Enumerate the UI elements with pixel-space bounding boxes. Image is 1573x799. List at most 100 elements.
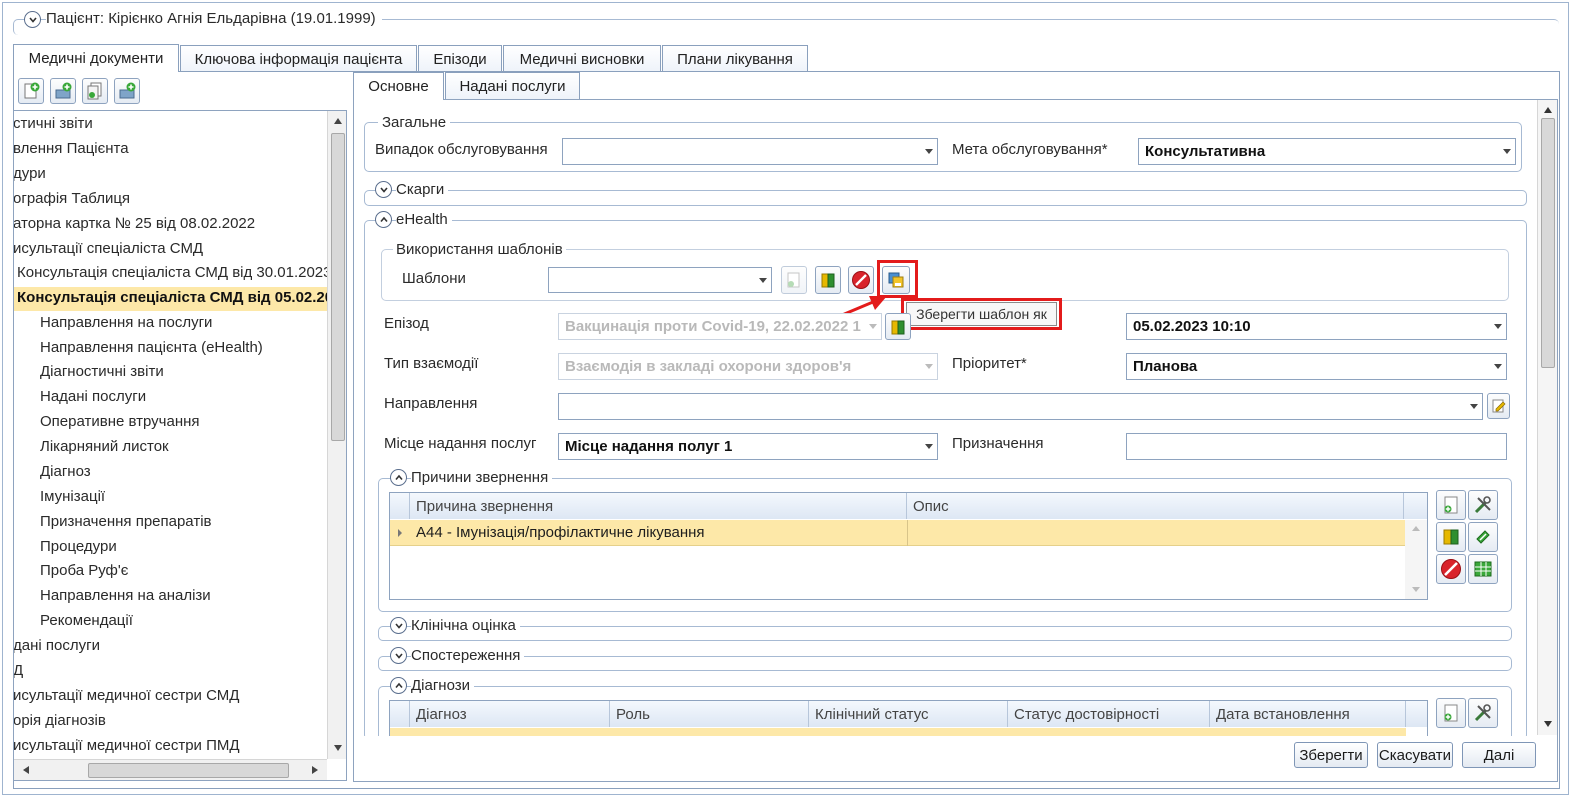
tree-item[interactable]: дури — [14, 165, 46, 182]
tree-item[interactable]: влення Пацієнта — [14, 140, 129, 157]
tree-item[interactable]: ографія Таблиця — [14, 190, 130, 207]
collapse-patient-chevron-icon[interactable] — [24, 11, 41, 28]
expand-complaints-chevron-icon[interactable] — [375, 181, 392, 198]
tree-item[interactable]: Направлення на аналізи — [40, 587, 211, 604]
tree-item[interactable]: стичні звіти — [14, 115, 93, 132]
purpose-select[interactable]: Консультативна — [1138, 138, 1516, 165]
tree-h-scroll-thumb[interactable] — [88, 763, 289, 778]
tab-medical-documents[interactable]: Медичні документи — [13, 44, 179, 72]
tree-item[interactable]: Консультація спеціаліста СМД від 30.01.2… — [17, 264, 332, 281]
templates-select[interactable] — [548, 267, 772, 293]
link-button[interactable] — [1468, 522, 1498, 552]
date-select[interactable]: 05.02.2023 10:10 — [1126, 313, 1507, 340]
complaints-legend: Скарги — [396, 181, 449, 198]
add-diagnosis-button[interactable] — [1436, 698, 1466, 728]
tree-item[interactable]: Рекомендації — [40, 612, 133, 629]
copy-document-button[interactable] — [82, 78, 108, 104]
diagnoses-legend: Діагнози — [411, 677, 475, 694]
add-document-button[interactable] — [18, 78, 44, 104]
tree-item[interactable]: Направлення на послуги — [40, 314, 212, 331]
book-icon — [891, 320, 905, 334]
priority-select[interactable]: Планова — [1126, 353, 1507, 380]
tree-item[interactable]: исультації спеціаліста СМД — [14, 240, 203, 257]
tree-item[interactable]: Лікарняний листок — [40, 438, 169, 455]
add-entry-button[interactable] — [114, 78, 140, 104]
column-header-clinical-status[interactable]: Клінічний статус — [809, 701, 1008, 727]
save-template-tooltip: Зберегти шаблон як — [906, 302, 1057, 326]
table-row[interactable] — [390, 728, 1406, 736]
episode-label: Епізод — [384, 315, 429, 332]
tree-item[interactable]: исультації медичної сестри ПМД — [14, 737, 240, 754]
tab-key-patient-info[interactable]: Ключова інформація пацієнта — [180, 45, 417, 72]
grid-settings-button[interactable] — [1468, 554, 1498, 584]
tree-scroll-thumb[interactable] — [331, 133, 345, 441]
save-button[interactable]: Зберегти — [1294, 742, 1368, 768]
referral-select[interactable] — [558, 393, 1483, 420]
assign-input[interactable] — [1126, 433, 1507, 460]
document-add-icon — [1444, 496, 1458, 514]
tab-main[interactable]: Основне — [353, 72, 444, 100]
tab-medical-conclusions[interactable]: Медичні висновки — [503, 45, 661, 72]
column-header-role[interactable]: Роль — [610, 701, 809, 727]
complaints-group — [364, 190, 1527, 206]
tree-item[interactable]: исультації медичної сестри СМД — [14, 687, 239, 704]
collapse-ehealth-chevron-icon[interactable] — [375, 211, 392, 228]
templates-label: Шаблони — [402, 270, 466, 287]
add-record-button[interactable] — [50, 78, 76, 104]
tools-icon — [1474, 704, 1491, 722]
diagnosis-tools-button[interactable] — [1468, 698, 1498, 728]
next-button[interactable]: Далі — [1462, 742, 1536, 768]
scroll-down-icon — [1412, 587, 1420, 592]
column-header-verification-status[interactable]: Статус достовірності — [1008, 701, 1210, 727]
tree-item[interactable]: аторна картка № 25 від 08.02.2022 — [14, 215, 255, 232]
tree-item[interactable]: Діагностичні звіти — [40, 363, 164, 380]
tools-button[interactable] — [1468, 490, 1498, 520]
episode-book-button[interactable] — [885, 313, 911, 340]
cancel-button[interactable]: Скасувати — [1377, 742, 1453, 768]
column-header-date[interactable]: Дата встановлення — [1210, 701, 1406, 727]
case-label: Випадок обслуговування — [375, 141, 548, 158]
delete-reason-button[interactable] — [1436, 554, 1466, 584]
reasons-legend: Причини звернення — [411, 469, 553, 486]
expand-observations-chevron-icon[interactable] — [390, 647, 407, 664]
tab-provided-services[interactable]: Надані послуги — [445, 72, 580, 99]
tree-item[interactable]: Надані послуги — [40, 388, 146, 405]
tree-item[interactable]: дані послуги — [14, 637, 100, 654]
tree-item[interactable]: Д — [14, 662, 23, 679]
place-select[interactable]: Місце надання полуг 1 — [558, 433, 938, 460]
tree-vertical-scrollbar[interactable] — [327, 111, 346, 759]
expand-clinical-chevron-icon[interactable] — [390, 617, 407, 634]
column-header-reason[interactable]: Причина звернення — [410, 493, 907, 519]
tree-item[interactable]: Призначення препаратів — [40, 513, 212, 530]
scroll-up-icon — [334, 118, 342, 124]
tree-item[interactable]: Проба Руф'є — [40, 562, 128, 579]
row-pointer-icon — [398, 529, 402, 537]
collapse-diagnoses-chevron-icon[interactable] — [390, 677, 407, 694]
tree-item[interactable]: Процедури — [40, 538, 117, 555]
tree-item[interactable]: Оперативне втручання — [40, 413, 200, 430]
case-select[interactable] — [562, 138, 938, 165]
document-add-icon — [1444, 704, 1458, 722]
tree-item-selected[interactable]: Консультація спеціаліста СМД від 05.02.2… — [14, 287, 327, 311]
documents-tree: стичні звіти влення Пацієнта дури ографі… — [13, 110, 347, 781]
tree-item[interactable]: Імунізації — [40, 488, 105, 505]
referral-edit-button[interactable] — [1487, 393, 1510, 419]
table-row[interactable]: A44 - Імунізація/профілактичне лікування — [390, 520, 1405, 546]
form-scroll-thumb[interactable] — [1541, 118, 1555, 368]
scroll-up-icon — [1412, 526, 1420, 531]
tree-horizontal-scrollbar[interactable] — [14, 759, 327, 780]
tab-episodes[interactable]: Епізоди — [418, 45, 502, 72]
new-template-button[interactable] — [781, 266, 807, 294]
interaction-label: Тип взаємодії — [384, 355, 479, 372]
column-header-diagnosis[interactable]: Діагноз — [410, 701, 610, 727]
tab-treatment-plans[interactable]: Плани лікування — [662, 45, 808, 72]
tree-item[interactable]: орія діагнозів — [14, 712, 106, 729]
add-reason-button[interactable] — [1436, 490, 1466, 520]
reason-book-button[interactable] — [1436, 522, 1466, 552]
collapse-reasons-chevron-icon[interactable] — [390, 469, 407, 486]
tree-item[interactable]: Направлення пацієнта (eHealth) — [40, 339, 263, 356]
column-header-description[interactable]: Опис — [907, 493, 1404, 519]
form-vertical-scrollbar[interactable] — [1537, 100, 1557, 735]
tree-item[interactable]: Діагноз — [40, 463, 91, 480]
grid-vertical-scrollbar[interactable] — [1405, 520, 1427, 599]
